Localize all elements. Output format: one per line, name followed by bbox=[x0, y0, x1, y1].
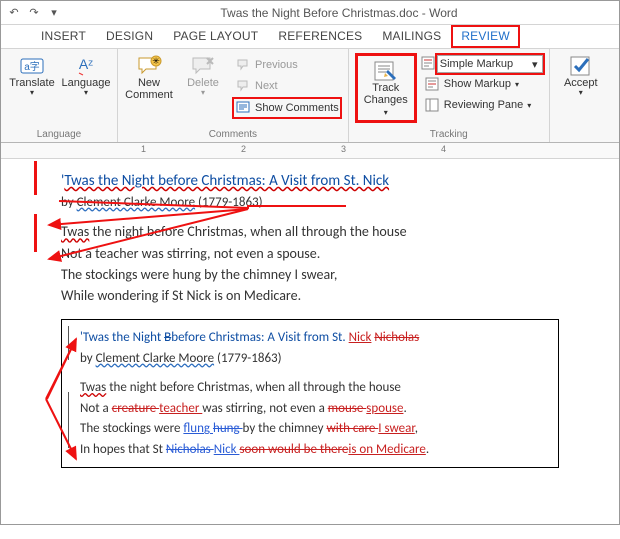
redo-button[interactable]: ↷ bbox=[25, 4, 43, 22]
new-comment-button[interactable]: ✳ New Comment bbox=[124, 53, 174, 119]
tab-references[interactable]: REFERENCES bbox=[268, 25, 372, 48]
title-bar: ↶ ↷ ▾ Twas the Night Before Christmas.do… bbox=[1, 1, 619, 25]
show-comments-icon bbox=[235, 100, 251, 116]
undo-button[interactable]: ↶ bbox=[5, 4, 23, 22]
ribbon-group-tracking: Track Changes ▾ Simple Markup ▾ Show Mar… bbox=[349, 49, 550, 142]
group-label-language: Language bbox=[7, 129, 111, 140]
group-label-tracking: Tracking bbox=[355, 129, 543, 140]
reviewing-pane-label: Reviewing Pane bbox=[444, 99, 524, 111]
change-bar bbox=[34, 214, 37, 252]
ruler-3: 3 bbox=[341, 144, 346, 154]
language-icon: Aᶻ bbox=[70, 55, 102, 77]
ruler-2: 2 bbox=[241, 144, 246, 154]
show-comments-label: Show Comments bbox=[255, 102, 339, 114]
tab-mailings[interactable]: MAILINGS bbox=[372, 25, 451, 48]
show-markup-icon bbox=[424, 76, 440, 92]
previous-comment-button: Previous bbox=[232, 55, 342, 75]
track-changes-icon bbox=[370, 60, 402, 82]
next-comment-button: Next bbox=[232, 76, 342, 96]
translate-icon: a字 bbox=[16, 55, 48, 77]
doc-byline: by Clement Clarke Moore (1779-1863) bbox=[61, 195, 559, 212]
ribbon-tabs: INSERT DESIGN PAGE LAYOUT REFERENCES MAI… bbox=[1, 25, 619, 49]
ruler-1: 1 bbox=[141, 144, 146, 154]
show-markup-label: Show Markup bbox=[444, 78, 511, 90]
tab-pagelayout[interactable]: PAGE LAYOUT bbox=[163, 25, 268, 48]
inset-line-4: In hopes that St Nicholas Nick soon woul… bbox=[80, 441, 550, 459]
show-comments-button[interactable]: Show Comments bbox=[232, 97, 342, 119]
group-label-comments: Comments bbox=[124, 129, 342, 140]
track-changes-highlight: Track Changes ▾ bbox=[355, 53, 417, 123]
track-changes-button[interactable]: Track Changes ▾ bbox=[360, 58, 412, 120]
change-bar bbox=[68, 392, 69, 448]
previous-label: Previous bbox=[255, 59, 298, 71]
ribbon-group-language: a字 Translate ▾ Aᶻ Language ▾ Language bbox=[1, 49, 118, 142]
markup-box-icon bbox=[421, 56, 435, 73]
doc-line-4: While wondering if St Nick is on Medicar… bbox=[61, 287, 559, 305]
inset-line-1: Twas the night before Christmas, when al… bbox=[80, 379, 550, 397]
tab-review[interactable]: REVIEW bbox=[451, 25, 520, 48]
track-changes-label-2: Changes bbox=[364, 94, 408, 106]
ribbon-group-comments: ✳ New Comment Delete ▾ Previous Next bbox=[118, 49, 349, 142]
language-button[interactable]: Aᶻ Language ▾ bbox=[61, 53, 111, 100]
show-markup-button[interactable]: Show Markup ▾ bbox=[421, 74, 543, 94]
change-bar bbox=[34, 161, 37, 195]
delete-comment-button: Delete ▾ bbox=[178, 53, 228, 119]
svg-text:✳: ✳ bbox=[152, 56, 160, 66]
doc-line-1: Twas the night before Christmas, when al… bbox=[61, 223, 559, 241]
chevron-down-icon: ▾ bbox=[528, 58, 542, 71]
horizontal-ruler[interactable]: 1 2 3 4 bbox=[1, 143, 619, 159]
markup-mode-select[interactable]: Simple Markup ▾ bbox=[437, 55, 543, 73]
inset-line-2: Not a creature teacher was stirring, not… bbox=[80, 400, 550, 418]
next-icon bbox=[235, 78, 251, 94]
markup-mode-value: Simple Markup bbox=[438, 58, 528, 70]
ribbon-group-changes: Accept ▾ bbox=[550, 49, 612, 142]
inset-title: 'Twas the Night Bbefore Christmas: A Vis… bbox=[80, 329, 550, 347]
accept-button[interactable]: Accept ▾ bbox=[556, 53, 606, 100]
doc-line-2: Not a teacher was stirring, not even a s… bbox=[61, 245, 559, 263]
reviewing-pane-button[interactable]: Reviewing Pane ▾ bbox=[421, 95, 543, 115]
inset-line-3: The stockings were flung hung by the chi… bbox=[80, 420, 550, 438]
all-markup-inset: 'Twas the Night Bbefore Christmas: A Vis… bbox=[61, 319, 559, 468]
doc-line-3: The stockings were hung by the chimney I… bbox=[61, 266, 559, 284]
document-page[interactable]: 'Twas the Night before Christmas: A Visi… bbox=[1, 159, 619, 478]
quick-access-toolbar: ↶ ↷ ▾ bbox=[5, 4, 63, 22]
group-label-changes bbox=[556, 129, 606, 140]
previous-icon bbox=[235, 57, 251, 73]
tab-insert[interactable]: INSERT bbox=[31, 25, 96, 48]
new-comment-label: New Comment bbox=[125, 77, 173, 101]
qat-customize[interactable]: ▾ bbox=[45, 4, 63, 22]
doc-title: 'Twas the Night before Christmas: A Visi… bbox=[61, 172, 559, 192]
translate-button[interactable]: a字 Translate ▾ bbox=[7, 53, 57, 100]
window-title: Twas the Night Before Christmas.doc - Wo… bbox=[63, 6, 615, 20]
new-comment-icon: ✳ bbox=[133, 55, 165, 77]
accept-icon bbox=[565, 55, 597, 77]
next-label: Next bbox=[255, 80, 278, 92]
change-bar bbox=[68, 326, 69, 360]
ruler-4: 4 bbox=[441, 144, 446, 154]
tab-design[interactable]: DESIGN bbox=[96, 25, 163, 48]
inset-byline: by Clement Clarke Moore (1779-1863) bbox=[80, 350, 550, 368]
delete-icon bbox=[187, 55, 219, 77]
svg-text:a字: a字 bbox=[24, 60, 40, 73]
reviewing-pane-icon bbox=[424, 97, 440, 113]
ribbon: a字 Translate ▾ Aᶻ Language ▾ Language ✳ … bbox=[1, 49, 619, 143]
svg-text:Aᶻ: Aᶻ bbox=[79, 56, 93, 72]
track-changes-label-1: Track bbox=[372, 82, 399, 94]
